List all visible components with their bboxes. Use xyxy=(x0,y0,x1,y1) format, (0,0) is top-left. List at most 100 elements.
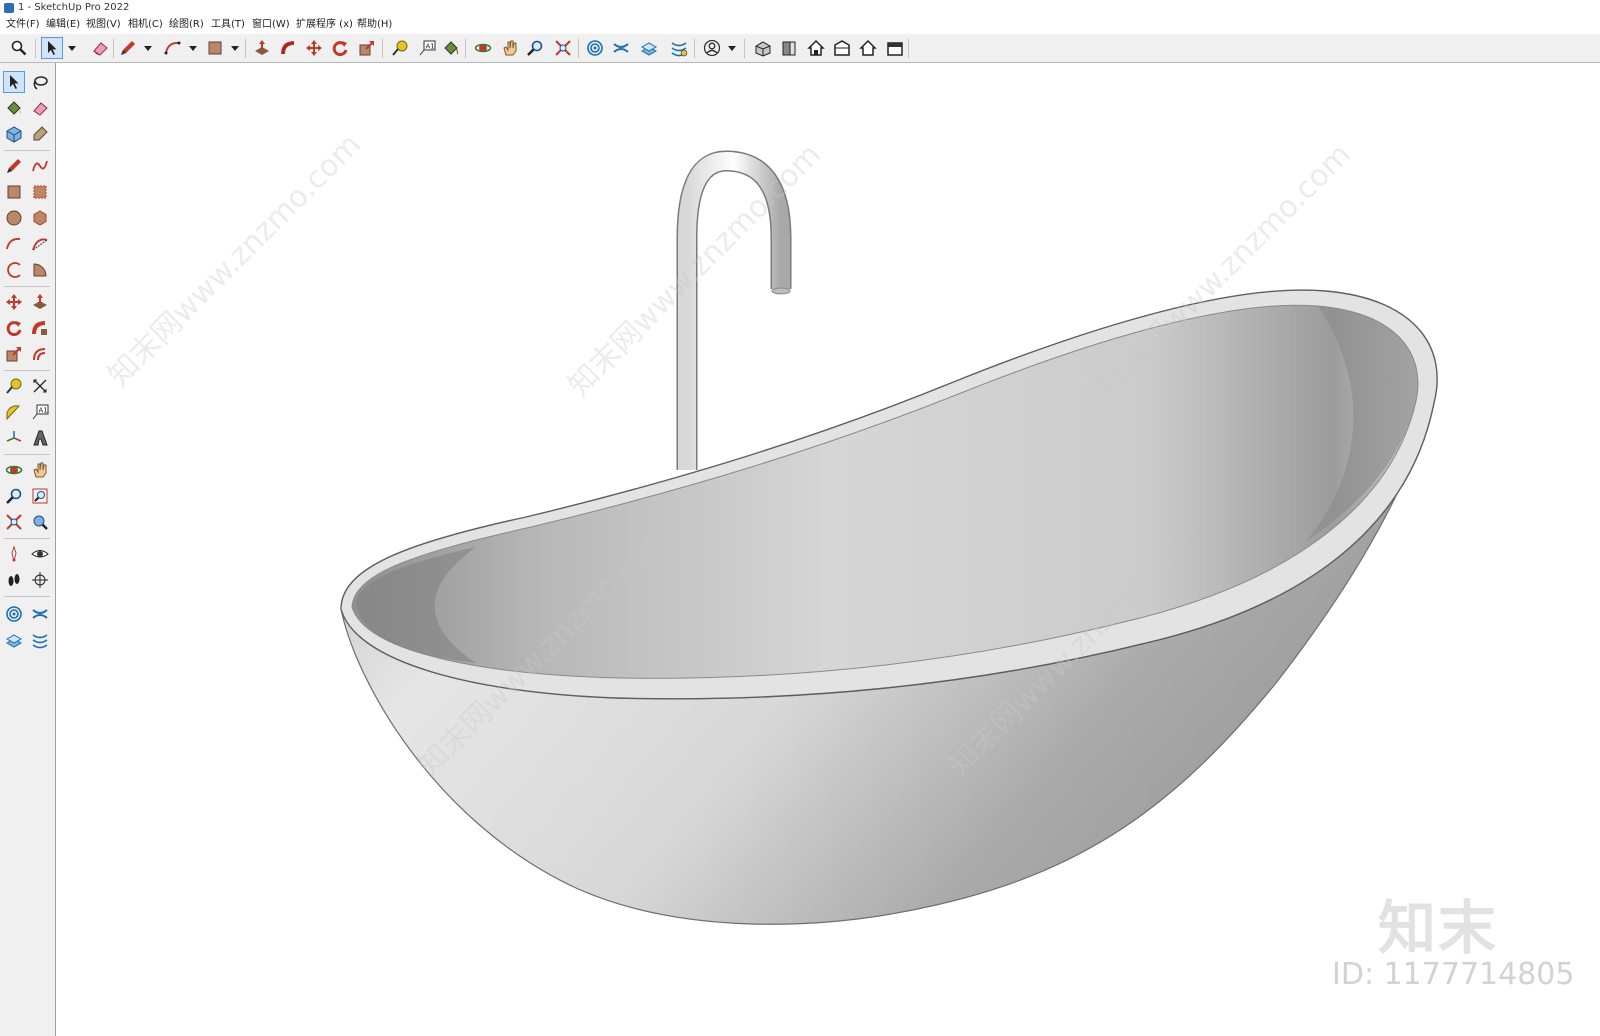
scale-icon[interactable] xyxy=(356,37,378,59)
right-view-icon[interactable] xyxy=(831,37,853,59)
line-dropdown-icon[interactable] xyxy=(143,37,153,59)
select-dropdown-icon[interactable] xyxy=(67,37,77,59)
sandbox-drape-icon[interactable] xyxy=(3,629,25,651)
account-icon[interactable] xyxy=(701,37,723,59)
title-bar: 1 - SketchUp Pro 2022 xyxy=(0,0,1600,16)
toolbar-separator xyxy=(694,39,695,58)
pie-icon[interactable] xyxy=(29,259,51,281)
menu-file[interactable]: 文件(F) xyxy=(4,16,42,34)
zoom-tool-icon[interactable] xyxy=(524,37,546,59)
two-point-arc-icon[interactable] xyxy=(29,233,51,255)
orbit-icon[interactable] xyxy=(472,37,494,59)
left-view-icon[interactable] xyxy=(884,37,906,59)
main-toolbar: A1 xyxy=(0,34,1600,63)
toolbar-separator xyxy=(578,39,579,58)
tape-measure-icon[interactable] xyxy=(3,375,25,397)
back-view-icon[interactable] xyxy=(857,37,879,59)
scale-icon[interactable] xyxy=(3,343,25,365)
shapes-dropdown-icon[interactable] xyxy=(230,37,240,59)
menu-camera[interactable]: 相机(C) xyxy=(126,16,165,34)
paint-bucket-icon[interactable] xyxy=(440,37,462,59)
position-camera-icon[interactable] xyxy=(3,543,25,565)
svg-text:A1: A1 xyxy=(426,43,435,51)
rectangle-icon[interactable] xyxy=(204,37,226,59)
rotate-icon[interactable] xyxy=(329,37,351,59)
orbit-icon[interactable] xyxy=(3,459,25,481)
tool-separator xyxy=(4,538,50,539)
tool-separator xyxy=(4,150,50,151)
sandbox-detail-icon[interactable] xyxy=(668,37,690,59)
select-icon[interactable] xyxy=(3,71,25,93)
arc-icon[interactable] xyxy=(3,233,25,255)
follow-me-icon[interactable] xyxy=(278,37,300,59)
text-icon[interactable]: A1 xyxy=(29,401,51,423)
circle-icon[interactable] xyxy=(3,207,25,229)
arc-dropdown-icon[interactable] xyxy=(188,37,198,59)
zoom-extents-icon[interactable] xyxy=(552,37,574,59)
follow-me-icon[interactable] xyxy=(29,317,51,339)
offset-icon[interactable] xyxy=(29,343,51,365)
3d-text-icon[interactable] xyxy=(29,427,51,449)
move-icon[interactable] xyxy=(303,37,325,59)
sandbox-drape-icon[interactable] xyxy=(638,37,660,59)
pencil-icon[interactable] xyxy=(3,155,25,177)
polygon-icon[interactable] xyxy=(29,207,51,229)
watermark-id: ID: 1177714805 xyxy=(1332,957,1575,992)
zoom-window-icon[interactable] xyxy=(29,485,51,507)
toolbar-separator xyxy=(245,39,246,58)
lasso-select-icon[interactable] xyxy=(29,71,51,93)
model-viewport[interactable]: 知末网www.znzmo.com 知末网www.znzmo.com 知末网www… xyxy=(56,63,1600,1036)
freehand-icon[interactable] xyxy=(29,155,51,177)
axes-icon[interactable] xyxy=(3,427,25,449)
sandbox-smoove-icon[interactable] xyxy=(584,37,606,59)
toolbar-separator xyxy=(35,39,36,58)
previous-view-icon[interactable] xyxy=(29,511,51,533)
tag-tool-icon[interactable] xyxy=(29,123,51,145)
sandbox-detail-icon[interactable] xyxy=(29,629,51,651)
menu-view[interactable]: 视图(V) xyxy=(84,16,123,34)
rotate-icon[interactable] xyxy=(3,317,25,339)
menu-extensions[interactable]: 扩展程序 (x) xyxy=(294,16,355,34)
look-around-icon[interactable] xyxy=(29,543,51,565)
tape-measure-icon[interactable] xyxy=(389,37,411,59)
menu-tools[interactable]: 工具(T) xyxy=(209,16,247,34)
menu-edit[interactable]: 编辑(E) xyxy=(44,16,82,34)
menu-help[interactable]: 帮助(H) xyxy=(355,16,394,34)
top-view-icon[interactable] xyxy=(805,37,827,59)
front-view-icon[interactable] xyxy=(778,37,800,59)
pencil-icon[interactable] xyxy=(117,37,139,59)
zoom-extents-icon[interactable] xyxy=(3,511,25,533)
rotated-rectangle-icon[interactable] xyxy=(29,181,51,203)
push-pull-icon[interactable] xyxy=(251,37,273,59)
sketchup-app-icon xyxy=(4,3,14,13)
rectangle-icon[interactable] xyxy=(3,181,25,203)
account-dropdown-icon[interactable] xyxy=(727,37,737,59)
three-point-arc-icon[interactable] xyxy=(3,259,25,281)
select-icon[interactable] xyxy=(41,37,63,59)
sandbox-smoove-icon[interactable] xyxy=(3,603,25,625)
tool-separator xyxy=(4,454,50,455)
zoom-icon[interactable] xyxy=(8,37,30,59)
window-title: 1 - SketchUp Pro 2022 xyxy=(18,2,130,13)
dimension-icon[interactable] xyxy=(29,375,51,397)
sandbox-stamp-icon[interactable] xyxy=(610,37,632,59)
pan-icon[interactable] xyxy=(499,37,521,59)
watermark-logo: 知末 xyxy=(1378,894,1499,962)
walk-icon[interactable] xyxy=(3,569,25,591)
section-plane-icon[interactable] xyxy=(29,569,51,591)
arc-icon[interactable] xyxy=(162,37,184,59)
sandbox-stamp-icon[interactable] xyxy=(29,603,51,625)
protractor-icon[interactable] xyxy=(3,401,25,423)
paint-bucket-icon[interactable] xyxy=(3,97,25,119)
zoom-tool-icon[interactable] xyxy=(3,485,25,507)
move-icon[interactable] xyxy=(3,291,25,313)
menu-draw[interactable]: 绘图(R) xyxy=(167,16,206,34)
pan-icon[interactable] xyxy=(29,459,51,481)
text-icon[interactable]: A1 xyxy=(416,37,438,59)
make-component-icon[interactable] xyxy=(3,123,25,145)
eraser-icon[interactable] xyxy=(29,97,51,119)
menu-window[interactable]: 窗口(W) xyxy=(250,16,292,34)
iso-view-icon[interactable] xyxy=(752,37,774,59)
push-pull-icon[interactable] xyxy=(29,291,51,313)
eraser-icon[interactable] xyxy=(89,37,111,59)
